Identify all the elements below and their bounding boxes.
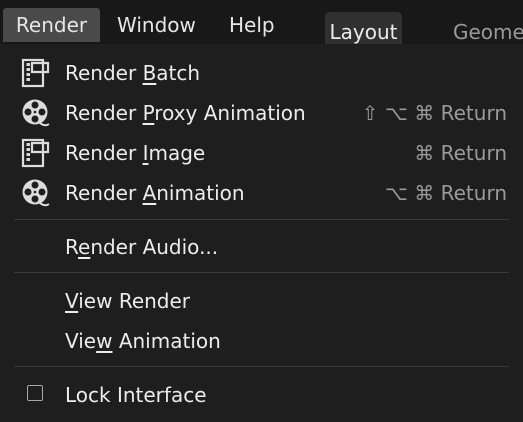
tab-geometry[interactable]: Geome [453,12,523,46]
menu-item-label: Lock Interface [65,383,207,407]
menu-item-label: Render Batch [65,61,201,85]
menu-item-render-animation[interactable]: Render Animation ⌥ ⌘ Return [0,173,523,211]
menu-item-label: View Animation [65,329,221,353]
render-still-icon [21,58,50,88]
shortcut-label: ⌥ ⌘ Return [384,181,507,205]
menu-item-render-proxy-animation[interactable]: Render Proxy Animation ⇧ ⌥ ⌘ Return [0,93,523,131]
menu-item-lock-interface[interactable]: Lock Interface [0,375,523,413]
menu-help[interactable]: Help [229,8,275,42]
tab-layout[interactable]: Layout [325,12,402,46]
shortcut-label: ⇧ ⌥ ⌘ Return [361,101,507,125]
menu-item-label: Render Image [65,141,206,165]
menu-item-view-render[interactable]: View Render [0,281,523,319]
render-menu-dropdown: Render Batch Render Proxy Animation ⇧ ⌥ … [0,44,523,422]
menu-item-render-audio[interactable]: Render Audio... [0,227,523,265]
menu-item-render-batch[interactable]: Render Batch [0,53,523,91]
render-animation-icon [22,179,50,207]
menu-item-label: View Render [65,289,191,313]
menu-item-render-image[interactable]: Render Image ⌘ Return [0,133,523,171]
shortcut-label: ⌘ Return [414,141,507,165]
menu-item-label: Render Proxy Animation [65,101,306,125]
render-still-icon [21,138,50,168]
menu-render[interactable]: Render [3,8,100,42]
menu-separator [14,272,509,273]
menu-separator [14,366,509,367]
menu-item-label: Render Audio... [65,235,219,259]
top-menubar: Render Window Help Layout Geome [0,0,523,46]
menu-item-label: Render Animation [65,181,245,205]
menu-window[interactable]: Window [117,8,196,42]
menu-item-view-animation[interactable]: View Animation [0,321,523,359]
menu-separator [14,219,509,220]
lock-interface-checkbox[interactable] [27,385,43,401]
render-animation-icon [22,99,50,127]
